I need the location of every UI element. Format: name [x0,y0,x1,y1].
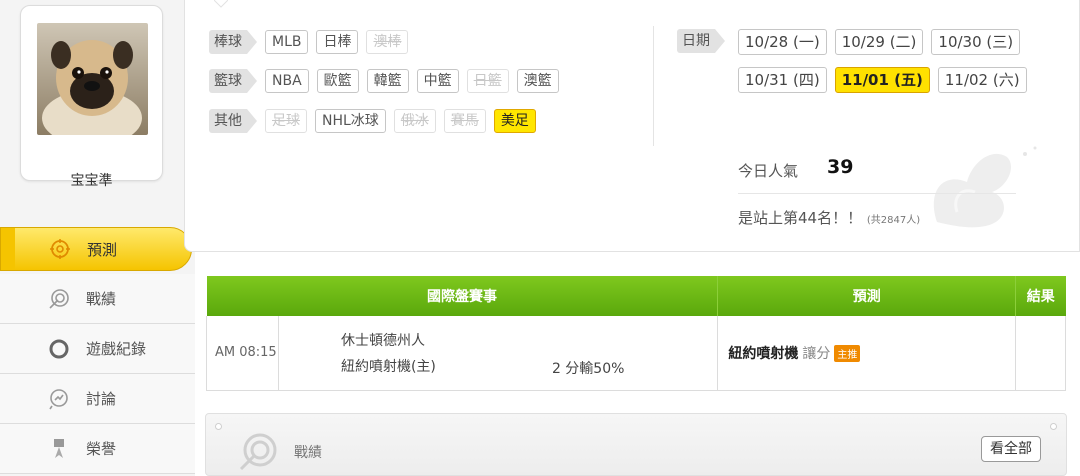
team-home-name: 紐約噴射機(主) [340,358,436,375]
main-pick-badge: 主推 [834,345,861,363]
category-label-baseball: 棒球 [209,30,257,54]
avatar[interactable] [37,23,148,135]
category-label-other: 其他 [209,109,257,133]
date-label: 日期 [677,29,725,53]
handicap-line: 2 分輸50% [551,361,625,377]
menu-label: 討論 [86,390,117,408]
rank-main: 是站上第44名！！ [738,209,863,227]
pick-type: 讓分 [802,345,831,362]
match-cell: 休士頓德州人 紐約噴射機(主) 2 分輸50% [278,316,719,391]
table-row: AM 08:15 休士頓德州人 紐約噴射機(主) 2 分輸50% 紐約噴射機 讓分… [206,316,1066,391]
filter-tag-jp-baseball[interactable]: 日棒 [316,30,359,54]
menu-label: 榮譽 [86,440,117,458]
filter-tag-jp-basketball: 日籃 [466,69,509,93]
match-time: AM 08:15 [206,316,279,391]
date-button-selected[interactable]: 11/01 (五) [834,67,930,93]
menu-item-record[interactable]: 戰績 [0,274,195,324]
filter-row-baseball: 棒球 MLB 日棒 澳棒 [209,29,416,55]
prediction-cell: 紐約噴射機 讓分 主推 [717,316,1017,391]
menu-label: 戰績 [86,290,117,308]
bullseye-icon [239,433,277,471]
filter-tag-ru-hockey: 俄冰 [393,109,436,133]
target-icon [49,238,71,260]
date-row-1: 10/28 (一) 10/29 (二) 10/30 (三) [738,29,1028,55]
corner-dot [215,423,222,430]
filter-tag-american-football[interactable]: 美足 [493,109,536,133]
record-label: 戰績 [294,445,322,461]
filter-tag-horse-racing: 賽馬 [443,109,486,133]
filter-tag-nba[interactable]: NBA [265,69,309,93]
rank-total: (共2847人) [866,215,921,226]
category-label-basketball: 籃球 [209,69,257,93]
filter-row-other: 其他 足球 NHL冰球 俄冰 賽馬 美足 [209,108,544,134]
header-prediction: 預測 [717,276,1017,316]
popularity-label: 今日人氣 [738,162,799,180]
date-button[interactable]: 10/31 (四) [738,67,827,93]
record-section: 戰績 看全部 [205,413,1067,476]
date-button[interactable]: 11/02 (六) [937,67,1027,93]
filter-tag-au-basketball[interactable]: 澳籃 [516,69,559,93]
menu-item-honor[interactable]: 榮譽 [0,424,195,474]
filter-tag-nhl[interactable]: NHL冰球 [315,109,386,133]
menu-label: 預測 [87,240,118,259]
pointer-notch [214,0,228,8]
stats-divider [738,193,1016,194]
pick-team: 紐約噴射機 [728,345,799,362]
team-away-name: 休士頓德州人 [340,332,425,349]
date-row-2: 10/31 (四) 11/01 (五) 11/02 (六) [738,67,1035,93]
menu-label: 遊戲紀錄 [86,340,147,358]
sidebar: 宝宝準 預測 戰績 遊戲紀錄 討論 榮譽 [0,0,195,476]
corner-dot [1050,423,1057,430]
filter-panel: 棒球 MLB 日棒 澳棒 籃球 NBA 歐籃 韓籃 中籃 日籃 澳籃 其他 足球… [184,0,1080,252]
filter-tag-mlb[interactable]: MLB [265,30,309,54]
username: 宝宝準 [70,173,113,189]
table-header-row: 國際盤賽事 預測 結果 [206,276,1066,316]
rank-text: 是站上第44名！！ (共2847人) [738,207,920,228]
popularity-value: 39 [827,156,854,178]
bullseye-icon [48,288,70,310]
result-cell [1015,316,1066,391]
trophy-icon [48,438,70,460]
menu-item-discussion[interactable]: 討論 [0,374,195,424]
panel-divider [653,26,654,146]
header-result: 結果 [1015,276,1066,316]
filter-tag-cn-basketball[interactable]: 中籃 [416,69,459,93]
prediction-table: 國際盤賽事 預測 結果 AM 08:15 休士頓德州人 紐約噴射機(主) 2 分… [206,276,1066,391]
filter-row-basketball: 籃球 NBA 歐籃 韓籃 中籃 日籃 澳籃 [209,68,567,94]
side-menu: 預測 戰績 遊戲紀錄 討論 榮譽 [0,224,195,474]
header-match: 國際盤賽事 [206,276,719,316]
menu-item-prediction[interactable]: 預測 [0,227,192,271]
filter-tag-soccer: 足球 [265,109,307,133]
filter-tag-eu-basketball[interactable]: 歐籃 [316,69,359,93]
menu-item-game-log[interactable]: 遊戲紀錄 [0,324,195,374]
magnifier-chat-icon [48,388,70,410]
date-button[interactable]: 10/28 (一) [738,29,827,55]
date-button[interactable]: 10/30 (三) [931,29,1021,55]
filter-tag-kr-basketball[interactable]: 韓籃 [366,69,409,93]
date-button[interactable]: 10/29 (二) [834,29,924,55]
filter-tag-au-baseball: 澳棒 [366,30,409,54]
circle-icon [48,338,70,360]
profile-card [20,5,163,181]
view-all-button[interactable]: 看全部 [981,436,1041,462]
